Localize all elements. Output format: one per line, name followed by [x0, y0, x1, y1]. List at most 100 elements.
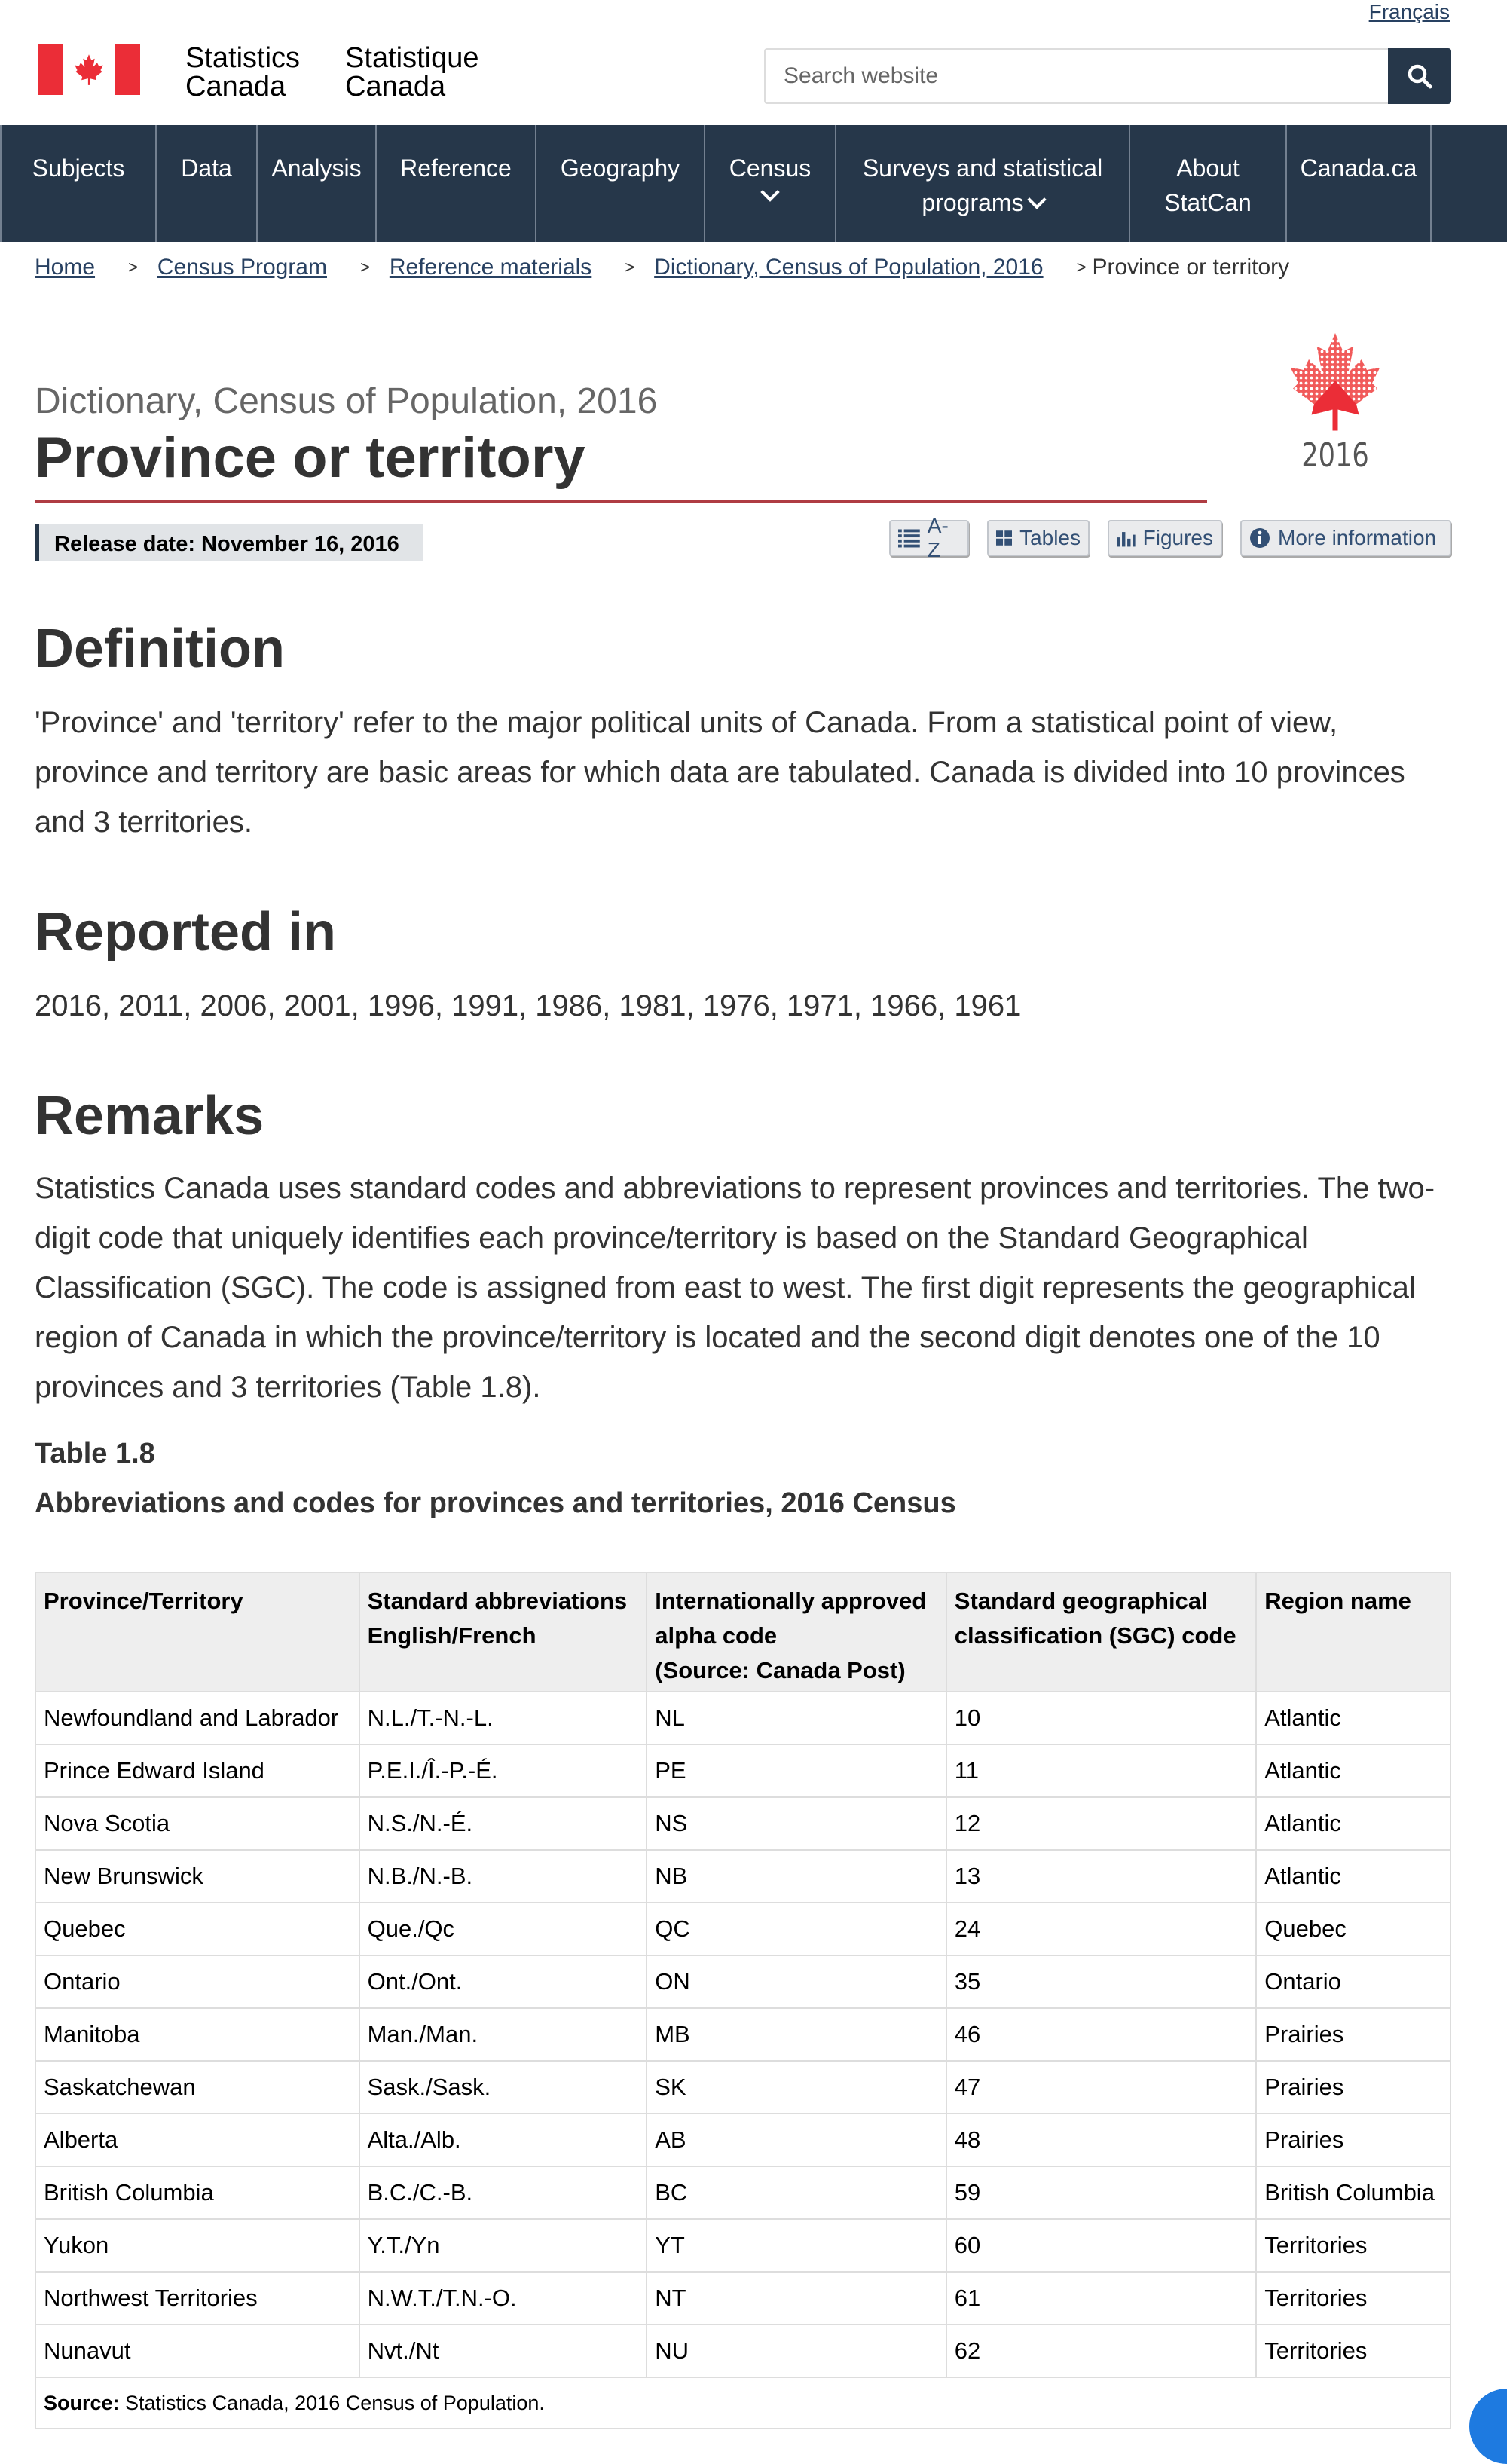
sgc-code-cell: 48 [945, 2113, 1258, 2167]
release-date: Release date: November 16, 2016 [35, 524, 423, 561]
alpha-code-cell: NS [646, 1796, 947, 1851]
sgc-code-cell: 10 [945, 1691, 1258, 1745]
province-cell: Manitoba [35, 2007, 360, 2062]
region-cell: Atlantic [1255, 1744, 1451, 1798]
sgc-code-cell: 46 [945, 2007, 1258, 2062]
region-cell: Ontario [1255, 1955, 1451, 2009]
table-caption: Abbreviations and codes for provinces an… [35, 1487, 956, 1519]
alpha-code-cell: ON [646, 1955, 947, 2009]
sgc-code-cell: 59 [945, 2166, 1258, 2220]
alpha-code-cell: QC [646, 1902, 947, 1956]
header-alpha-code: Internationally approved alpha code (Sourc… [646, 1572, 947, 1692]
info-icon [1250, 528, 1270, 548]
chevron-down-icon [1026, 190, 1047, 209]
table-row: British Columbia B.C./C.-B. BC 59 British Co… [35, 2166, 1451, 2220]
abbreviation-cell: N.W.T./T.N.-O. [358, 2271, 648, 2325]
breadcrumb: Home > Census Program > Reference materi… [35, 255, 1289, 280]
province-cell: Northwest Territories [35, 2271, 360, 2325]
main-menu: Subjects Data Analysis Reference Geograp… [0, 125, 1507, 242]
alpha-code-cell: NU [646, 2324, 947, 2378]
remarks-text: Statistics Canada uses standard codes an… [35, 1172, 1435, 1404]
province-cell: Prince Edward Island [35, 1744, 360, 1798]
search-button[interactable] [1388, 48, 1451, 104]
breadcrumb-separator: > [625, 258, 635, 277]
table-source-row: Source: Statistics Canada, 2016 Census o… [35, 2377, 1451, 2429]
region-cell: Prairies [1255, 2007, 1451, 2062]
table-row: Newfoundland and Labrador N.L./T.-N.-L. NL… [35, 1691, 1451, 1745]
definition-heading: Definition [35, 619, 285, 679]
sgc-code-cell: 11 [945, 1744, 1258, 1798]
alpha-code-cell: SK [646, 2060, 947, 2114]
table-row: Nova Scotia N.S./N.-É. NS 12 Atlantic [35, 1796, 1451, 1851]
site-signature[interactable]: Statistics Canada Statistique Canada [38, 44, 479, 101]
table-number: Table 1.8 [35, 1438, 155, 1469]
region-cell: Atlantic [1255, 1796, 1451, 1851]
table-source: Source: Statistics Canada, 2016 Census o… [35, 2377, 1451, 2429]
menu-item-subjects[interactable]: Subjects [0, 125, 155, 242]
menu-item-census[interactable]: Census [704, 125, 835, 242]
abbreviation-cell: Man./Man. [358, 2007, 648, 2062]
region-cell: Territories [1255, 2324, 1451, 2378]
abbreviation-cell: P.E.I./Î.-P.-É. [358, 1744, 648, 1798]
menu-item-geography[interactable]: Geography [535, 125, 704, 242]
abbreviation-cell: N.S./N.-É. [358, 1796, 648, 1851]
alpha-code-cell: NT [646, 2271, 947, 2325]
region-cell: British Columbia [1255, 2166, 1451, 2220]
abbreviation-cell: Sask./Sask. [358, 2060, 648, 2114]
sgc-code-cell: 61 [945, 2271, 1258, 2325]
menu-item-reference[interactable]: Reference [375, 125, 535, 242]
table-row: Yukon Y.T./Yn YT 60 Territories [35, 2218, 1451, 2273]
signature-english: Statistics Canada [185, 42, 301, 102]
abbreviation-cell: Alta./Alb. [358, 2113, 648, 2167]
chevron-down-icon [760, 182, 780, 202]
figures-button[interactable]: Figures [1108, 520, 1222, 556]
more-information-button[interactable]: More information [1240, 520, 1451, 556]
list-icon [898, 529, 920, 548]
language-toggle-link[interactable]: Français [1369, 0, 1450, 24]
abbreviation-cell: Y.T./Yn [358, 2218, 648, 2273]
breadcrumb-home[interactable]: Home [35, 255, 95, 280]
table-icon [996, 530, 1013, 546]
table-row: Quebec Que./Qc QC 24 Quebec [35, 1902, 1451, 1956]
az-button[interactable]: A-Z [889, 514, 969, 561]
sgc-code-cell: 47 [945, 2060, 1258, 2114]
region-cell: Territories [1255, 2218, 1451, 2273]
table-row: Prince Edward Island P.E.I./Î.-P.-É. PE 11 A… [35, 1744, 1451, 1798]
menu-item-analysis[interactable]: Analysis [256, 125, 375, 242]
province-cell: Yukon [35, 2218, 360, 2273]
definition-text: 'Province' and 'territory' refer to the … [35, 706, 1405, 839]
abbreviation-cell: N.L./T.-N.-L. [358, 1691, 648, 1745]
breadcrumb-reference-materials[interactable]: Reference materials [390, 255, 591, 280]
province-cell: Saskatchewan [35, 2060, 360, 2114]
census-2016-logo: 2016 [1282, 324, 1388, 482]
table-row: Manitoba Man./Man. MB 46 Prairies [35, 2007, 1451, 2062]
alpha-code-cell: MB [646, 2007, 947, 2062]
abbreviation-cell: B.C./C.-B. [358, 2166, 648, 2220]
alpha-code-cell: PE [646, 1744, 947, 1798]
abbreviation-cell: Ont./Ont. [358, 1955, 648, 2009]
search-input[interactable] [764, 48, 1388, 104]
abbreviation-cell: Nvt./Nt [358, 2324, 648, 2378]
menu-item-data[interactable]: Data [155, 125, 256, 242]
sgc-code-cell: 13 [945, 1849, 1258, 1903]
page-subtitle: Dictionary, Census of Population, 2016 [35, 381, 658, 421]
region-cell: Territories [1255, 2271, 1451, 2325]
feedback-button[interactable] [1469, 2389, 1507, 2464]
header-abbreviations: Standard abbreviations English/French [358, 1572, 648, 1692]
menu-item-about-statcan[interactable]: About StatCan [1129, 125, 1285, 242]
reported-in-text: 2016, 2011, 2006, 2001, 1996, 1991, 1986… [35, 989, 1022, 1023]
abbreviation-cell: Que./Qc [358, 1902, 648, 1956]
region-cell: Atlantic [1255, 1691, 1451, 1745]
logo-year: 2016 [1301, 436, 1369, 475]
page-title: Province or territory [35, 426, 585, 490]
province-cell: Nunavut [35, 2324, 360, 2378]
region-cell: Atlantic [1255, 1849, 1451, 1903]
alpha-code-cell: AB [646, 2113, 947, 2167]
menu-item-surveys[interactable]: Surveys and statistical programs [835, 125, 1129, 242]
breadcrumb-census-program[interactable]: Census Program [157, 255, 327, 280]
alpha-code-cell: NL [646, 1691, 947, 1745]
alpha-code-cell: NB [646, 1849, 947, 1903]
menu-item-canada-ca[interactable]: Canada.ca [1285, 125, 1432, 242]
breadcrumb-dictionary[interactable]: Dictionary, Census of Population, 2016 [654, 255, 1043, 280]
tables-button[interactable]: Tables [987, 520, 1090, 556]
